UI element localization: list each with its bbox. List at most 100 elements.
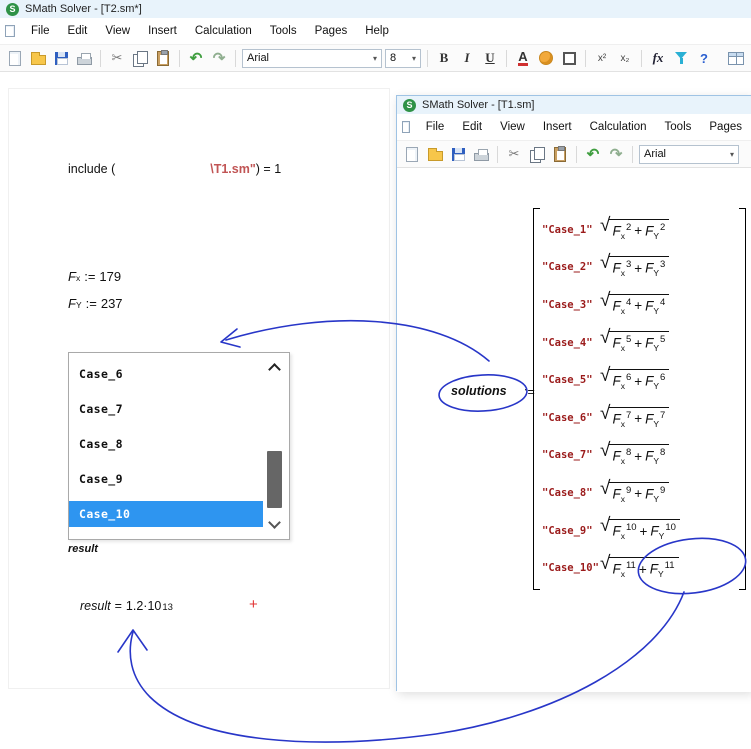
include-suffix: ) = 1	[256, 162, 281, 176]
save-button[interactable]	[448, 144, 468, 164]
list-item[interactable]: Case_6	[69, 356, 263, 391]
menu-file[interactable]: File	[417, 116, 454, 138]
result-lhs: result	[80, 599, 111, 613]
matrix-right-bracket	[739, 208, 746, 590]
open-button[interactable]	[425, 144, 445, 164]
paste-icon	[157, 51, 169, 66]
scroll-up-icon[interactable]	[268, 363, 281, 376]
print-icon	[474, 153, 489, 161]
menu-calculation[interactable]: Calculation	[581, 116, 656, 138]
insert-function-button[interactable]: fx	[648, 48, 668, 68]
list-item[interactable]: Case_8	[69, 426, 263, 461]
sqrt-expression: √Fx10+FY10	[600, 519, 680, 541]
font-name-value: Arial	[247, 52, 269, 64]
var-sub: Y	[653, 456, 659, 466]
paste-button[interactable]	[550, 144, 570, 164]
list-scrollbar[interactable]	[264, 357, 286, 537]
result-equation[interactable]: result = 1.2 · 10 13	[80, 599, 173, 613]
list-item[interactable]: Case_9	[69, 461, 263, 496]
var-sub: x	[621, 494, 625, 504]
border-button[interactable]	[559, 48, 579, 68]
underline-button[interactable]: U	[480, 48, 500, 68]
undo-icon: ↶	[190, 49, 203, 67]
undo-button[interactable]: ↶	[583, 144, 603, 164]
menu-calculation[interactable]: Calculation	[186, 20, 261, 42]
sqrt-expression: √Fx11+FY11	[600, 557, 679, 579]
app-logo-icon: S	[6, 3, 19, 16]
var-sub: Y	[653, 381, 659, 391]
subscript-button[interactable]: x₂	[615, 48, 635, 68]
filter-icon	[675, 52, 687, 64]
menu-view[interactable]: View	[491, 116, 534, 138]
menu-insert[interactable]: Insert	[534, 116, 581, 138]
toolbar-separator	[100, 50, 101, 67]
new-document-button[interactable]	[5, 48, 25, 68]
undo-button[interactable]: ↶	[186, 48, 206, 68]
var-sub: x	[621, 532, 625, 542]
font-color-button[interactable]: A	[513, 48, 533, 68]
font-name-combobox[interactable]: Arial ▾	[639, 145, 739, 164]
var-exp: 4	[660, 297, 665, 308]
var-exp: 3	[660, 259, 665, 270]
cut-icon: ✂	[112, 50, 123, 66]
var-sub: Y	[653, 306, 659, 316]
italic-button[interactable]: I	[457, 48, 477, 68]
solutions-variable[interactable]: solutions	[451, 384, 507, 398]
menu-edit[interactable]: Edit	[59, 20, 97, 42]
case-string: "Case_7"	[542, 449, 600, 461]
menu-pages[interactable]: Pages	[700, 116, 751, 138]
var-exp: 9	[626, 485, 631, 496]
menu-pages[interactable]: Pages	[306, 20, 357, 42]
open-button[interactable]	[28, 48, 48, 68]
new-document-button[interactable]	[402, 144, 422, 164]
cut-button[interactable]: ✂	[107, 48, 127, 68]
save-button[interactable]	[51, 48, 71, 68]
menu-help[interactable]: Help	[356, 20, 398, 42]
copy-button[interactable]	[130, 48, 150, 68]
filter-button[interactable]	[671, 48, 691, 68]
paste-button[interactable]	[153, 48, 173, 68]
menu-tools[interactable]: Tools	[656, 116, 701, 138]
cut-button[interactable]: ✂	[504, 144, 524, 164]
menu-view[interactable]: View	[96, 20, 139, 42]
superscript-button[interactable]: x²	[592, 48, 612, 68]
redo-button[interactable]: ↷	[209, 48, 229, 68]
include-equation[interactable]: include ( \T1.sm" ) = 1	[68, 162, 281, 176]
document-icon	[402, 121, 410, 133]
table-icon	[728, 52, 744, 65]
solutions-matrix[interactable]: "Case_1" √Fx2+FY2 "Case_2" √Fx3+FY3 "Cas…	[533, 208, 747, 592]
font-name-combobox[interactable]: Arial ▾	[242, 49, 382, 68]
print-button[interactable]	[74, 48, 94, 68]
web-button[interactable]	[536, 48, 556, 68]
menu-file[interactable]: File	[22, 20, 59, 42]
scrollbar-thumb[interactable]	[267, 451, 282, 508]
sqrt-expression: √Fx4+FY4	[600, 294, 669, 316]
matrix-rows: "Case_1" √Fx2+FY2 "Case_2" √Fx3+FY3 "Cas…	[542, 211, 680, 587]
var-base: F	[612, 298, 620, 313]
plus-operator: +	[640, 524, 648, 539]
side-panel-button[interactable]	[726, 48, 746, 68]
print-button[interactable]	[471, 144, 491, 164]
help-button[interactable]: ?	[694, 48, 714, 68]
copy-button[interactable]	[527, 144, 547, 164]
redo-button[interactable]: ↷	[606, 144, 626, 164]
menu-edit[interactable]: Edit	[453, 116, 491, 138]
menu-insert[interactable]: Insert	[139, 20, 186, 42]
globe-icon	[539, 51, 553, 65]
scroll-down-icon[interactable]	[268, 516, 281, 529]
result-mantissa: 1.2	[126, 599, 143, 613]
toolbar-separator	[506, 50, 507, 67]
matrix-row: "Case_6" √Fx7+FY7	[542, 399, 680, 437]
bold-button[interactable]: B	[434, 48, 454, 68]
var-exp: 6	[626, 372, 631, 383]
var-sub: x	[621, 419, 625, 429]
font-size-combobox[interactable]: 8 ▾	[385, 49, 421, 68]
definition-fy[interactable]: FY := 237	[68, 296, 123, 311]
front-window-toolbar: ✂ ↶ ↷ Arial ▾	[397, 140, 751, 168]
list-item-selected[interactable]: Case_10	[69, 501, 263, 527]
menu-tools[interactable]: Tools	[261, 20, 306, 42]
list-item[interactable]: Case_7	[69, 391, 263, 426]
definition-fx[interactable]: Fx := 179	[68, 269, 121, 284]
insertion-cursor: +	[249, 596, 258, 613]
toolbar-separator	[632, 146, 633, 163]
